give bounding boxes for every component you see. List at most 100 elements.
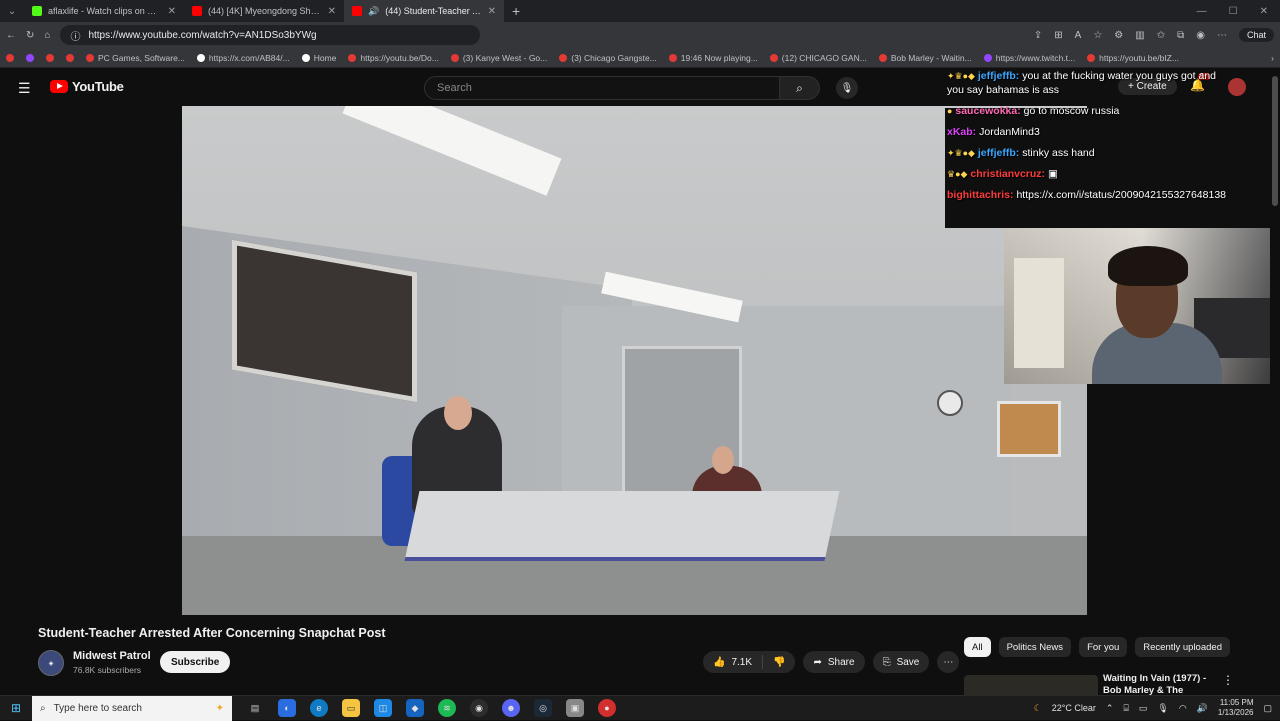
subscribe-button[interactable]: Subscribe xyxy=(160,651,231,673)
bookmark-favicon-icon xyxy=(66,53,74,62)
close-tab-icon[interactable]: ✕ xyxy=(168,6,176,17)
tab-kick[interactable]: aflaxlife - Watch clips on Kick ✕ xyxy=(24,0,184,22)
youtube-logo[interactable]: YouTube xyxy=(50,79,124,94)
back-icon[interactable]: ← xyxy=(6,30,16,41)
extensions-icon[interactable]: ⚙ xyxy=(1114,30,1123,41)
tab-student-teacher[interactable]: 🔊 (44) Student-Teacher Arrested ✕ xyxy=(344,0,504,22)
battery-icon[interactable]: ▭ xyxy=(1139,703,1148,714)
search-input[interactable]: Search xyxy=(424,76,780,100)
chip-for-you[interactable]: For you xyxy=(1079,637,1128,657)
speaker-icon[interactable]: 🔊 xyxy=(368,6,379,17)
settings-more-icon[interactable]: ⋯ xyxy=(1217,30,1227,41)
video-title: Student-Teacher Arrested After Concernin… xyxy=(38,626,386,640)
bookmark-item[interactable]: (12) CHICAGO GAN... xyxy=(769,53,867,63)
chip-politics-news[interactable]: Politics News xyxy=(998,637,1072,657)
recommendation-thumbnail[interactable] xyxy=(964,675,1098,695)
steam-app-icon[interactable]: ◎ xyxy=(534,699,552,717)
notifications-center-icon[interactable]: ▢ xyxy=(1263,703,1272,714)
bookmark-item[interactable]: Home xyxy=(301,53,336,63)
file-explorer-icon[interactable]: ▭ xyxy=(342,699,360,717)
volume-icon[interactable]: 🔊 xyxy=(1197,703,1208,714)
favorite-star-icon[interactable]: ☆ xyxy=(1093,30,1102,41)
bookmark-favicon-icon xyxy=(348,53,357,62)
tab-myeongdong[interactable]: (44) [4K] Myeongdong Shopping ✕ xyxy=(184,0,344,22)
bookmark-favicon-icon xyxy=(6,53,14,62)
store-app-icon[interactable]: ◫ xyxy=(374,699,392,717)
bookmark-item[interactable]: (3) Chicago Gangste... xyxy=(559,53,657,63)
omnibox[interactable]: ⓘ https://www.youtube.com/watch?v=AN1DSo… xyxy=(60,25,481,45)
bookmark-item[interactable]: https://www.twitch.t... xyxy=(983,53,1075,63)
bookmark-item[interactable]: https://x.com/AB84/... xyxy=(196,53,290,63)
chip-recently-uploaded[interactable]: Recently uploaded xyxy=(1135,637,1230,657)
bookmarks-overflow-icon[interactable]: › xyxy=(1271,53,1274,63)
collections-icon[interactable]: ⧉ xyxy=(1177,30,1184,41)
edge-app-icon[interactable]: e xyxy=(310,699,328,717)
network-icon[interactable]: ⌸ xyxy=(1123,703,1128,714)
discord-app-icon[interactable]: ☻ xyxy=(502,699,520,717)
tray-chevron-icon[interactable]: ⌃ xyxy=(1106,703,1114,714)
app-install-icon[interactable]: ⊞ xyxy=(1054,30,1062,41)
bookmark-item[interactable]: 19:46 Now playing... xyxy=(668,53,758,63)
bookmark-item[interactable] xyxy=(46,53,54,62)
windows-taskbar: ⊞ ⌕ Type here to search ✦ ▤ ◐ e ▭ ◫ ◆ ≋ … xyxy=(0,695,1280,721)
microphone-tray-icon[interactable]: 🎙 xyxy=(1157,703,1168,714)
bookmark-item[interactable] xyxy=(66,53,74,62)
url-text[interactable]: https://www.youtube.com/watch?v=AN1DSo3b… xyxy=(88,30,316,41)
maximize-icon[interactable]: ☐ xyxy=(1229,6,1238,17)
toolbar-right: ⇪ ⊞ A ☆ ⚙ ▥ ✩ ⧉ ◉ ⋯ Chat xyxy=(1034,28,1274,42)
profile-icon[interactable]: ◉ xyxy=(1196,30,1205,41)
share-page-icon[interactable]: ⇪ xyxy=(1034,30,1042,41)
bookmark-item[interactable] xyxy=(26,53,34,62)
hamburger-menu-icon[interactable]: ☰ xyxy=(18,80,31,97)
home-icon[interactable]: ⌂ xyxy=(44,30,50,41)
close-tab-icon[interactable]: ✕ xyxy=(488,6,496,17)
tab-list-chevron-icon[interactable]: ⌄ xyxy=(0,6,24,17)
taskbar-clock[interactable]: 11:05 PM 1/13/2026 xyxy=(1218,698,1254,718)
generic-app-icon[interactable]: ▣ xyxy=(566,699,584,717)
bookmark-item[interactable]: Bob Marley - Waitin... xyxy=(878,53,972,63)
split-screen-icon[interactable]: ▥ xyxy=(1135,30,1144,41)
chip-all[interactable]: All xyxy=(964,637,991,657)
weather-text[interactable]: 22°C Clear xyxy=(1052,703,1096,713)
channel-name[interactable]: Midwest Patrol xyxy=(73,650,151,662)
minimize-icon[interactable]: — xyxy=(1197,6,1207,17)
bookmark-item[interactable]: https://youtu.be/Do... xyxy=(348,53,439,63)
defender-app-icon[interactable]: ◆ xyxy=(406,699,424,717)
bookmark-favicon-icon xyxy=(559,53,568,62)
recommendation-title[interactable]: Waiting In Vain (1977) - Bob Marley & Th… xyxy=(1103,673,1215,695)
close-window-icon[interactable]: ✕ xyxy=(1260,6,1268,17)
taskbar-search[interactable]: ⌕ Type here to search ✦ xyxy=(32,695,232,721)
scrollbar-thumb[interactable] xyxy=(1272,76,1278,206)
save-button[interactable]: ⎘ Save xyxy=(872,651,930,673)
like-button[interactable]: 👍 7.1K xyxy=(703,655,764,669)
page-scrollbar[interactable] xyxy=(1270,68,1280,695)
recommendation-menu-icon[interactable]: ⋮ xyxy=(1222,673,1234,687)
bookmark-item[interactable]: https://youtu.be/bIZ... xyxy=(1087,53,1179,63)
red-app-icon[interactable]: ● xyxy=(598,699,616,717)
reload-icon[interactable]: ↻ xyxy=(26,30,34,41)
bookmark-item[interactable]: (3) Kanye West - Go... xyxy=(450,53,547,63)
bookmark-item[interactable] xyxy=(6,53,14,62)
wifi-icon[interactable]: ◠ xyxy=(1179,703,1187,714)
bookmark-favicon-icon xyxy=(26,53,34,62)
channel-avatar[interactable]: ◈ xyxy=(38,650,64,676)
share-button[interactable]: ➦ Share xyxy=(803,651,865,673)
close-tab-icon[interactable]: ✕ xyxy=(328,6,336,17)
chat-badges-icon: ✦♛●◆ xyxy=(947,71,975,81)
copilot-app-icon[interactable]: ◐ xyxy=(278,699,296,717)
bookmark-item[interactable]: PC Games, Software... xyxy=(86,53,185,63)
copilot-chat-button[interactable]: Chat xyxy=(1238,28,1274,42)
voice-search-button[interactable]: 🎙 xyxy=(836,77,858,99)
new-tab-icon[interactable]: + xyxy=(504,3,528,19)
windows-start-icon[interactable]: ⊞ xyxy=(0,701,32,715)
favorites-icon[interactable]: ✩ xyxy=(1157,30,1165,41)
search-button[interactable]: ⌕ xyxy=(780,76,820,100)
read-aloud-icon[interactable]: A xyxy=(1075,30,1082,41)
spotify-app-icon[interactable]: ≋ xyxy=(438,699,456,717)
site-info-icon[interactable]: ⓘ xyxy=(70,28,80,43)
media-app-icon[interactable]: ◉ xyxy=(470,699,488,717)
bookmark-favicon-icon xyxy=(983,53,992,62)
task-view-icon[interactable]: ▤ xyxy=(246,699,264,717)
more-actions-button[interactable]: ⋯ xyxy=(937,651,960,673)
dislike-button[interactable]: 👎 xyxy=(763,657,795,668)
